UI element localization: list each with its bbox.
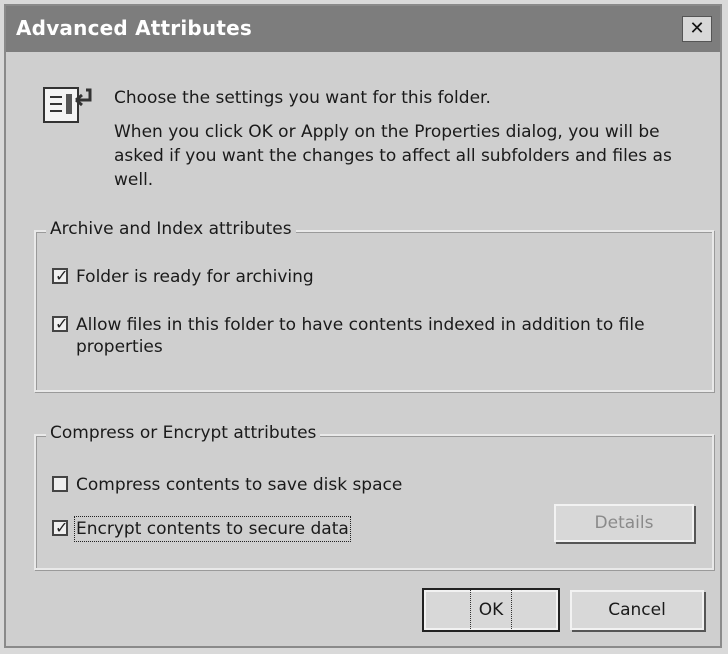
intro-line-1: Choose the settings you want for this fo… [114, 88, 491, 108]
cancel-button[interactable]: Cancel [570, 590, 704, 630]
checkmark-icon: ✓ [55, 518, 69, 537]
details-button-label: Details [594, 513, 654, 533]
compress-group-legend: Compress or Encrypt attributes [46, 423, 321, 443]
archive-group-legend: Archive and Index attributes [46, 219, 296, 239]
archive-checkbox-label: Folder is ready for archiving [76, 267, 314, 287]
compress-checkbox-label: Compress contents to save disk space [76, 475, 403, 495]
index-checkbox-label: Allow files in this folder to have conte… [76, 315, 645, 357]
compress-encrypt-group: Compress or Encrypt attributes Compress … [34, 423, 714, 570]
intro-line-2: When you click OK or Apply on the Proper… [114, 122, 672, 190]
cancel-button-label: Cancel [608, 600, 666, 620]
checkmark-icon: ✓ [55, 314, 69, 333]
dialog-title: Advanced Attributes [16, 16, 252, 40]
checkmark-icon: ✓ [55, 266, 69, 285]
close-button[interactable]: ✕ [682, 16, 712, 42]
intro-text: Choose the settings you want for this fo… [114, 86, 704, 202]
title-bar: Advanced Attributes ✕ [6, 6, 720, 52]
index-checkbox[interactable]: ✓ [52, 314, 69, 333]
encrypt-checkbox-label: Encrypt contents to secure data [74, 516, 351, 542]
archive-index-group: Archive and Index attributes ✓ Folder is… [34, 219, 714, 392]
advanced-attributes-dialog: Advanced Attributes ✕ Choose the setting… [4, 4, 722, 648]
ok-button-label: OK [469, 589, 513, 631]
details-button[interactable]: Details [554, 504, 694, 542]
compress-checkbox[interactable] [52, 476, 68, 492]
ok-button[interactable]: OK [422, 588, 560, 632]
encrypt-checkbox[interactable]: ✓ [52, 518, 69, 537]
folder-attributes-icon [43, 87, 92, 123]
archive-checkbox[interactable]: ✓ [52, 266, 69, 285]
close-icon: ✕ [689, 18, 705, 39]
